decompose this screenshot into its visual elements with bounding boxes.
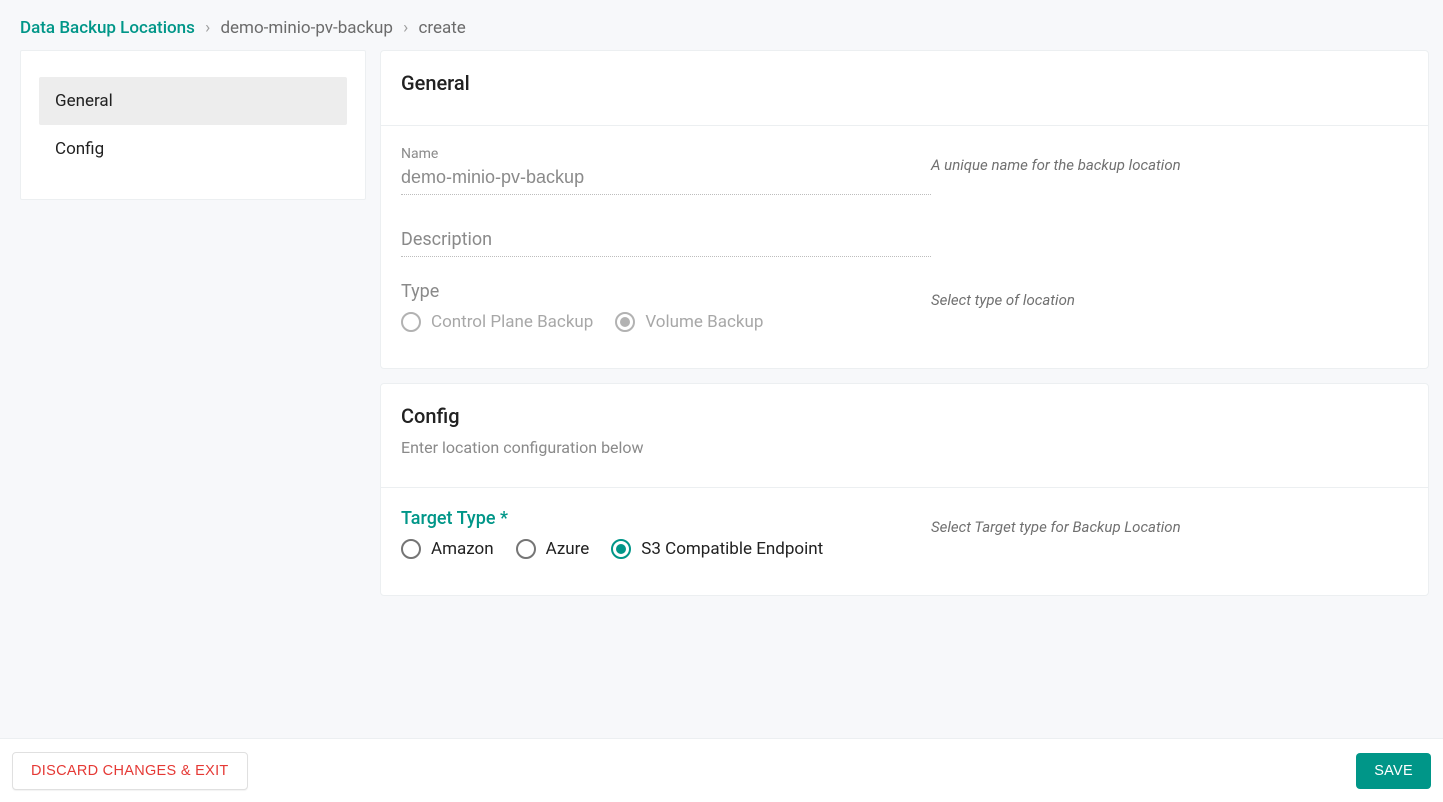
- radio-circle-icon: [401, 312, 421, 332]
- general-title: General: [401, 71, 1408, 95]
- footer-bar: DISCARD CHANGES & EXIT SAVE: [0, 738, 1443, 802]
- type-hint: Select type of location: [931, 291, 1075, 309]
- name-hint: A unique name for the backup location: [931, 156, 1181, 174]
- target-type-label: Target Type *: [401, 508, 931, 529]
- radio-label: S3 Compatible Endpoint: [641, 539, 823, 559]
- radio-label: Volume Backup: [645, 312, 763, 332]
- sidebar-item-general[interactable]: General: [39, 77, 347, 125]
- breadcrumb-separator: ›: [403, 18, 408, 38]
- name-label: Name: [401, 146, 931, 162]
- description-input[interactable]: [401, 219, 931, 257]
- radio-amazon[interactable]: Amazon: [401, 539, 494, 559]
- target-type-hint: Select Target type for Backup Location: [931, 518, 1181, 536]
- breadcrumb-root-link[interactable]: Data Backup Locations: [20, 18, 195, 38]
- type-radio-group: Control Plane Backup Volume Backup: [401, 312, 931, 332]
- config-card: Config Enter location configuration belo…: [380, 383, 1429, 596]
- type-label: Type: [401, 281, 931, 302]
- breadcrumb-item: demo-minio-pv-backup: [220, 18, 392, 38]
- name-input[interactable]: [401, 164, 931, 195]
- radio-label: Azure: [546, 539, 590, 559]
- general-card: General Name A unique name for the backu…: [380, 50, 1429, 369]
- radio-circle-icon: [615, 312, 635, 332]
- sidebar-item-config[interactable]: Config: [39, 125, 347, 173]
- radio-label: Control Plane Backup: [431, 312, 593, 332]
- radio-volume-backup[interactable]: Volume Backup: [615, 312, 763, 332]
- breadcrumb-action: create: [418, 18, 465, 38]
- save-button[interactable]: SAVE: [1356, 753, 1431, 789]
- radio-circle-icon: [611, 539, 631, 559]
- radio-control-plane-backup[interactable]: Control Plane Backup: [401, 312, 593, 332]
- breadcrumb-separator: ›: [205, 18, 210, 38]
- breadcrumb: Data Backup Locations › demo-minio-pv-ba…: [0, 0, 1443, 50]
- radio-s3-compatible[interactable]: S3 Compatible Endpoint: [611, 539, 823, 559]
- config-subtitle: Enter location configuration below: [401, 438, 1408, 457]
- discard-button[interactable]: DISCARD CHANGES & EXIT: [12, 752, 248, 790]
- radio-azure[interactable]: Azure: [516, 539, 590, 559]
- radio-circle-icon: [516, 539, 536, 559]
- radio-label: Amazon: [431, 539, 494, 559]
- config-title: Config: [401, 404, 1408, 428]
- radio-circle-icon: [401, 539, 421, 559]
- target-type-radio-group: Amazon Azure S3 Compatible Endpoint: [401, 539, 931, 559]
- side-nav: General Config: [20, 50, 366, 200]
